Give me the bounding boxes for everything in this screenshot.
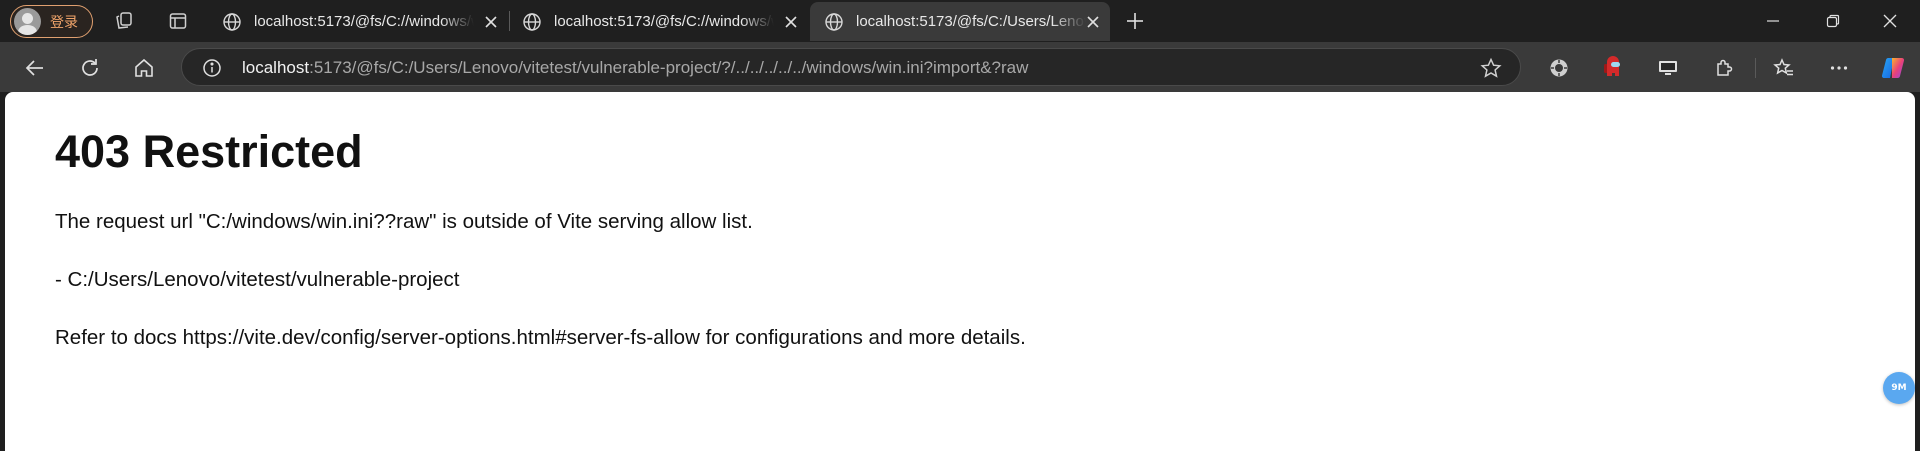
- globe-icon: [223, 12, 241, 31]
- allow-list-entry: - C:/Users/Lenovo/vitetest/vulnerable-pr…: [55, 268, 460, 291]
- copilot-icon[interactable]: [1877, 52, 1909, 84]
- url-text[interactable]: localhost:5173/@fs/C:/Users/Lenovo/vitet…: [242, 58, 1028, 78]
- address-bar[interactable]: localhost:5173/@fs/C:/Users/Lenovo/vitet…: [181, 48, 1521, 86]
- extension-gear-icon[interactable]: [1543, 52, 1575, 84]
- globe-icon: [523, 12, 541, 31]
- navigation-toolbar: localhost:5173/@fs/C:/Users/Lenovo/vitet…: [0, 42, 1920, 92]
- restore-icon[interactable]: [1803, 0, 1863, 42]
- close-icon[interactable]: [482, 13, 500, 31]
- tab-2[interactable]: localhost:5173/@fs/C://windows/win.ini: [508, 2, 808, 41]
- url-host: localhost: [242, 58, 310, 77]
- globe-icon: [825, 12, 843, 31]
- page-viewport: 403 Restricted The request url "C:/windo…: [5, 92, 1915, 451]
- url-path: :5173/@fs/C:/Users/Lenovo/vitetest/vulne…: [309, 58, 1029, 77]
- docs-reference: Refer to docs https://vite.dev/config/se…: [55, 326, 1026, 349]
- badge-label: 9M: [1891, 383, 1907, 393]
- close-icon[interactable]: [782, 13, 800, 31]
- browser-window: 登录 localhost:5173/@fs/C://windows/win.in…: [0, 0, 1920, 451]
- toolbar-divider: [1755, 58, 1756, 78]
- tab-1[interactable]: localhost:5173/@fs/C://windows/win.ini: [208, 2, 508, 41]
- close-icon[interactable]: [1084, 13, 1102, 31]
- tab-title: localhost:5173/@fs/C://windows/win.ini: [554, 13, 774, 30]
- avatar: [14, 8, 41, 35]
- more-icon[interactable]: [1823, 52, 1855, 84]
- floating-assistant-badge[interactable]: 9M: [1883, 372, 1915, 404]
- workspaces-icon[interactable]: [112, 9, 136, 33]
- minimize-icon[interactable]: [1743, 0, 1803, 42]
- window-close-icon[interactable]: [1860, 0, 1920, 42]
- monitor-icon[interactable]: [1652, 52, 1684, 84]
- refresh-icon[interactable]: [74, 52, 106, 84]
- tab-strip: 登录 localhost:5173/@fs/C://windows/win.in…: [0, 0, 1920, 42]
- tab-title: localhost:5173/@fs/C:/Users/Lenovo/vitet…: [856, 13, 1086, 30]
- info-icon[interactable]: [202, 58, 222, 78]
- among-us-icon[interactable]: [1597, 52, 1629, 84]
- puzzle-icon[interactable]: [1708, 52, 1740, 84]
- page-title: 403 Restricted: [55, 126, 363, 177]
- error-message: The request url "C:/windows/win.ini??raw…: [55, 210, 753, 233]
- back-arrow-icon[interactable]: [19, 52, 51, 84]
- star-icon[interactable]: [1480, 57, 1502, 79]
- tab-3-active[interactable]: localhost:5173/@fs/C:/Users/Lenovo/vitet…: [810, 2, 1110, 41]
- profile-label: 登录: [50, 14, 78, 31]
- plus-icon[interactable]: [1123, 9, 1147, 33]
- profile-button[interactable]: 登录: [10, 5, 93, 38]
- tab-title: localhost:5173/@fs/C://windows/win.ini: [254, 13, 474, 30]
- favorites-icon[interactable]: [1768, 52, 1800, 84]
- home-icon[interactable]: [128, 52, 160, 84]
- tab-actions-icon[interactable]: [166, 9, 190, 33]
